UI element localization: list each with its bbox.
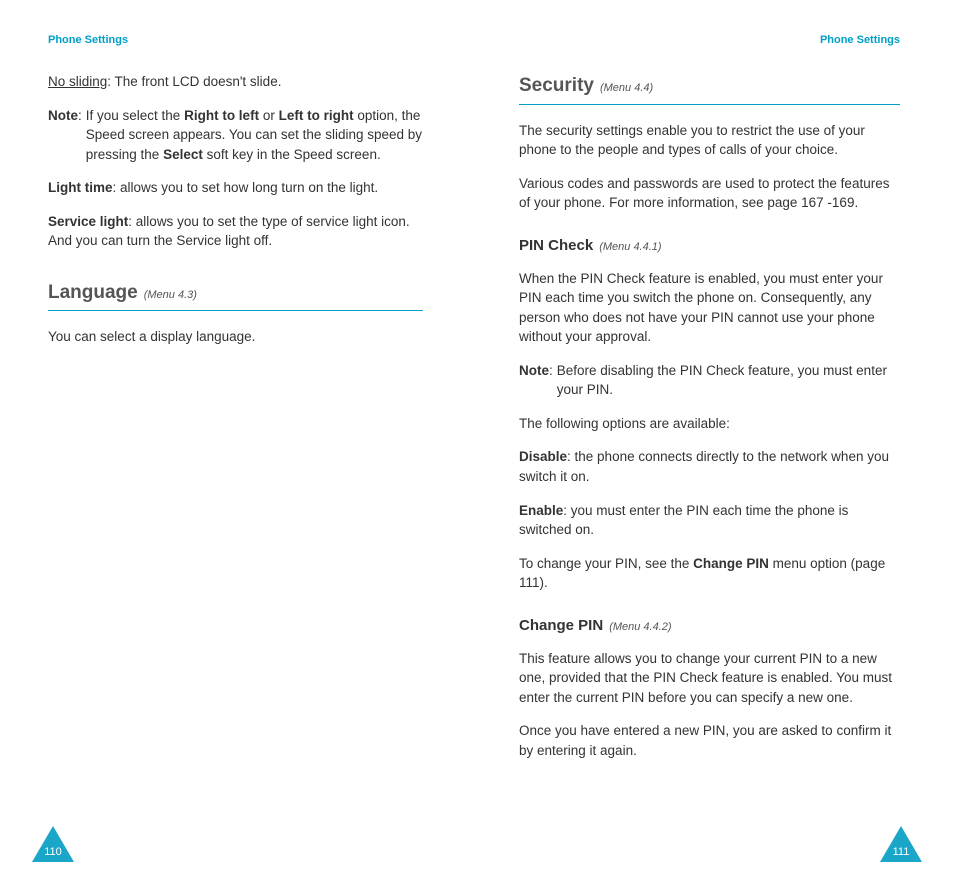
pin-options-intro: The following options are available: xyxy=(519,414,900,434)
light-time-line: Light time: allows you to set how long t… xyxy=(48,178,423,198)
pin-note-block: Note: Before disabling the PIN Check fea… xyxy=(519,361,900,400)
header-left: Phone Settings xyxy=(48,34,423,46)
pin-check-title: PIN Check xyxy=(519,235,593,257)
no-sliding-line: No sliding: The front LCD doesn't slide. xyxy=(48,72,423,92)
page-spread: Phone Settings No sliding: The front LCD… xyxy=(0,0,954,876)
note-label: Note xyxy=(48,108,78,123)
pin-note-colon: : xyxy=(549,363,553,378)
note-label-col: Note: xyxy=(48,106,86,165)
change-pin-menu: (Menu 4.4.2) xyxy=(609,620,671,636)
pin-check-menu: (Menu 4.4.1) xyxy=(599,240,661,256)
language-menu: (Menu 4.3) xyxy=(144,288,197,304)
no-sliding-label: No sliding xyxy=(48,74,107,89)
note-or: or xyxy=(259,108,279,123)
note-rtl: Right to left xyxy=(184,108,259,123)
no-sliding-text: : The front LCD doesn't slide. xyxy=(107,74,281,89)
disable-label: Disable xyxy=(519,449,567,464)
page-left: Phone Settings No sliding: The front LCD… xyxy=(0,0,477,876)
enable-text: : you must enter the PIN each time the p… xyxy=(519,503,848,538)
left-body: No sliding: The front LCD doesn't slide.… xyxy=(48,72,423,347)
change-ref-bold: Change PIN xyxy=(693,556,769,571)
service-light-label: Service light xyxy=(48,214,128,229)
disable-text: : the phone connects directly to the net… xyxy=(519,449,889,484)
change-pin-p2: Once you have entered a new PIN, you are… xyxy=(519,721,900,760)
note-ltr: Left to right xyxy=(279,108,354,123)
security-heading: Security (Menu 4.4) xyxy=(519,72,900,105)
page-right: Phone Settings Security (Menu 4.4) The s… xyxy=(477,0,954,876)
pin-note-label: Note xyxy=(519,363,549,378)
language-heading: Language (Menu 4.3) xyxy=(48,279,423,312)
disable-line: Disable: the phone connects directly to … xyxy=(519,447,900,486)
security-title: Security xyxy=(519,72,594,100)
security-p2: Various codes and passwords are used to … xyxy=(519,174,900,213)
note-text: If you select the Right to left or Left … xyxy=(86,106,423,165)
page-number-left: 110 xyxy=(32,846,74,858)
pin-check-heading: PIN Check (Menu 4.4.1) xyxy=(519,235,900,257)
enable-line: Enable: you must enter the PIN each time… xyxy=(519,501,900,540)
pin-check-p1: When the PIN Check feature is enabled, y… xyxy=(519,269,900,347)
note-post: soft key in the Speed screen. xyxy=(203,147,381,162)
change-pin-heading: Change PIN (Menu 4.4.2) xyxy=(519,615,900,637)
change-ref-pre: To change your PIN, see the xyxy=(519,556,693,571)
header-right: Phone Settings xyxy=(519,34,900,46)
security-menu: (Menu 4.4) xyxy=(600,81,653,97)
right-body: Security (Menu 4.4) The security setting… xyxy=(519,72,900,760)
note-select: Select xyxy=(163,147,203,162)
note-colon: : xyxy=(78,108,82,123)
security-p1: The security settings enable you to rest… xyxy=(519,121,900,160)
light-time-label: Light time xyxy=(48,180,113,195)
note-pre: If you select the xyxy=(86,108,184,123)
change-pin-title: Change PIN xyxy=(519,615,603,637)
service-light-line: Service light: allows you to set the typ… xyxy=(48,212,423,251)
change-ref-line: To change your PIN, see the Change PIN m… xyxy=(519,554,900,593)
change-pin-p1: This feature allows you to change your c… xyxy=(519,649,900,708)
light-time-text: : allows you to set how long turn on the… xyxy=(113,180,379,195)
note-block: Note: If you select the Right to left or… xyxy=(48,106,423,165)
pin-note-text: Before disabling the PIN Check feature, … xyxy=(557,361,900,400)
enable-label: Enable xyxy=(519,503,563,518)
page-number-right: 111 xyxy=(880,846,922,858)
pin-note-label-col: Note: xyxy=(519,361,557,400)
language-title: Language xyxy=(48,279,138,307)
language-body: You can select a display language. xyxy=(48,327,423,347)
